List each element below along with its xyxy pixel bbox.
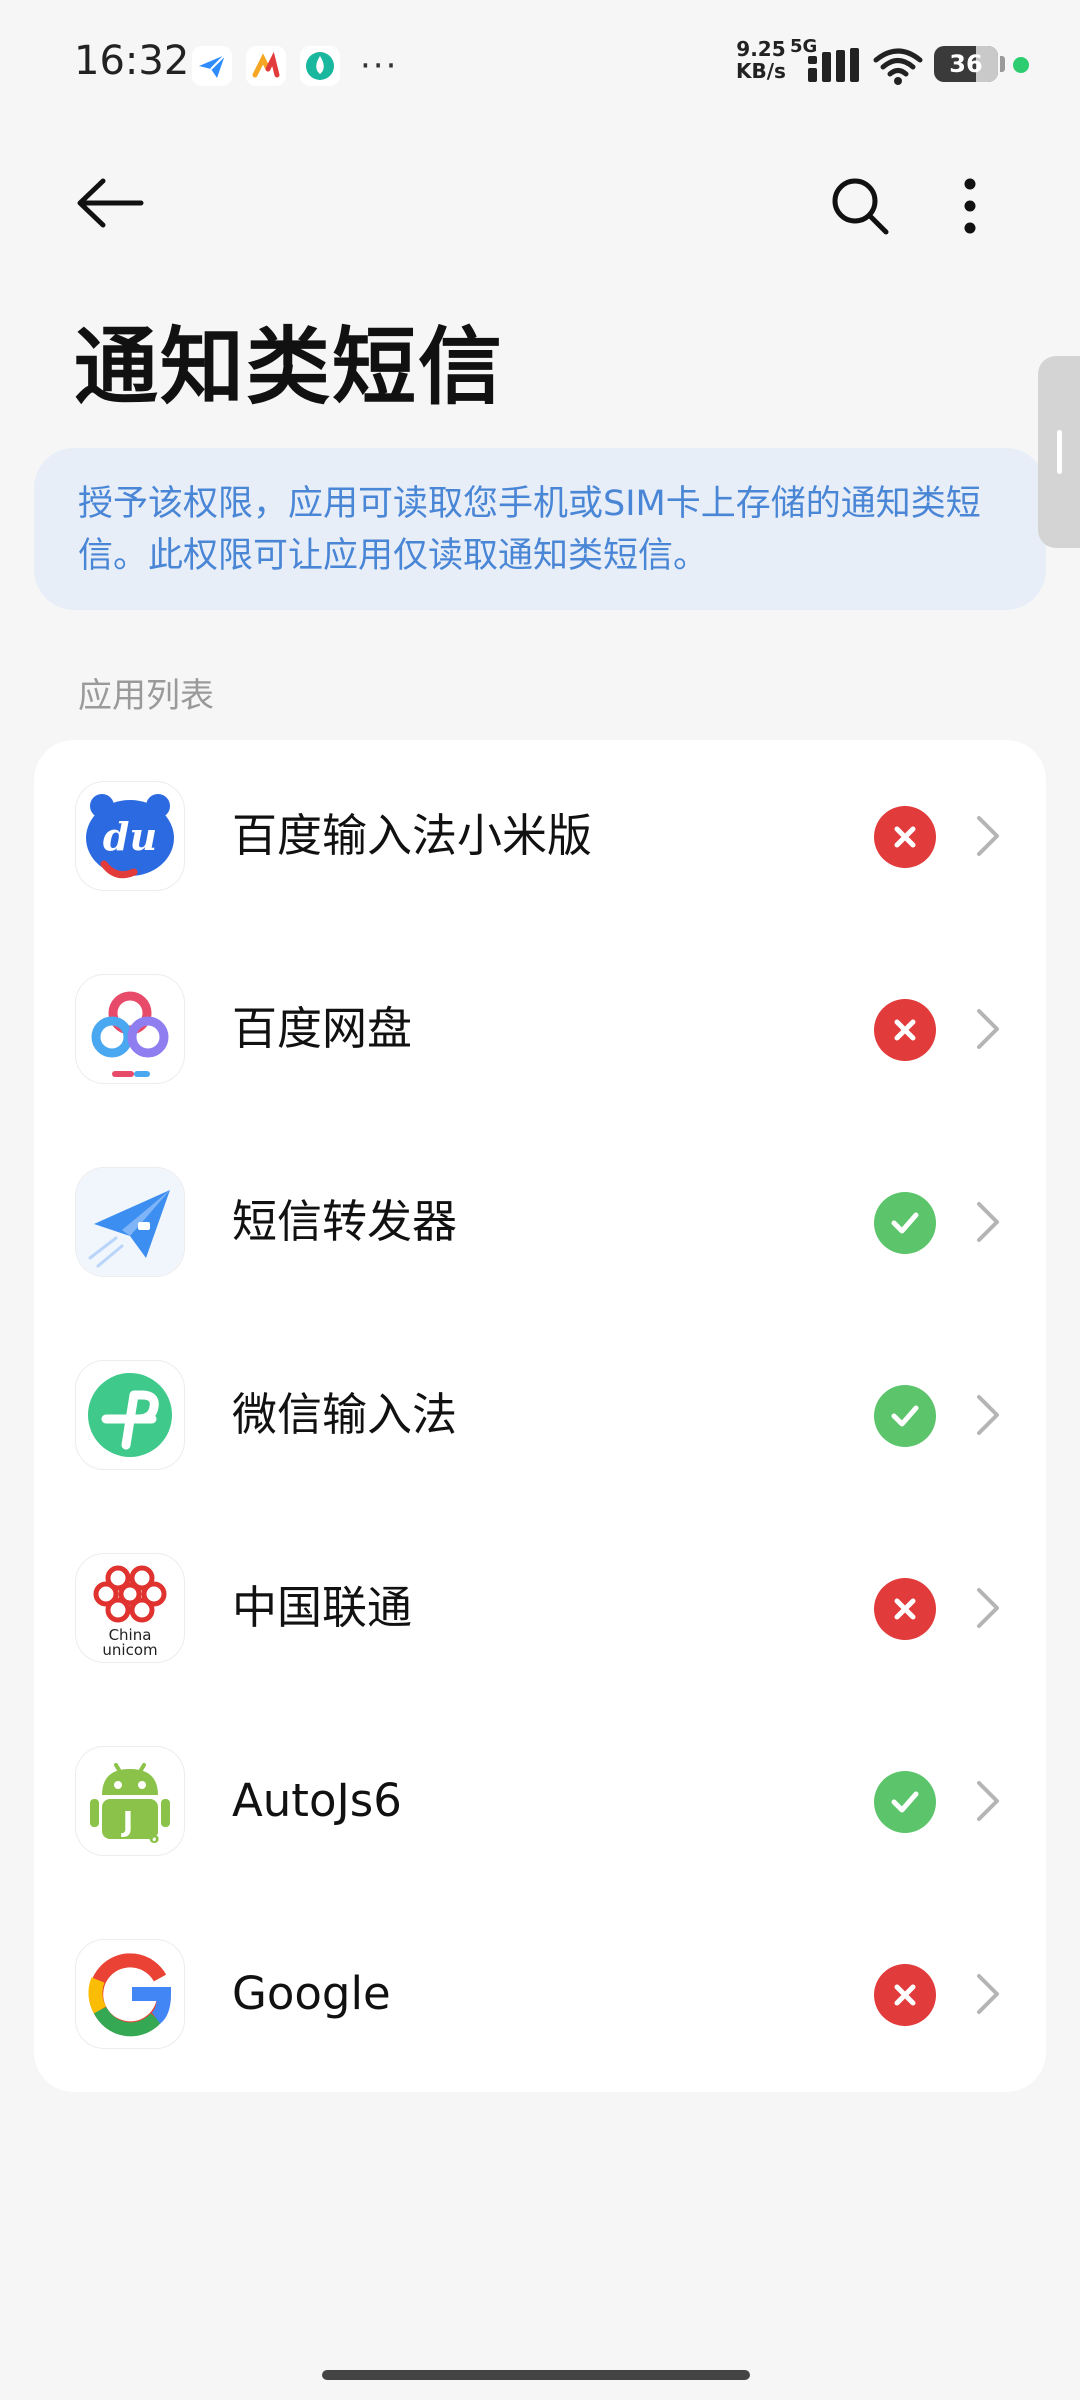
- battery-level: 36: [949, 50, 983, 78]
- chevron-right-icon: [977, 1009, 999, 1049]
- chevron-right-icon: [977, 1202, 999, 1242]
- app-name: Google: [232, 1967, 391, 2020]
- app-name: AutoJs6: [232, 1774, 402, 1827]
- chevron-right-icon: [977, 1588, 999, 1628]
- denied-icon: [874, 1964, 936, 2026]
- app-row-wechat-input[interactable]: 微信输入法: [34, 1319, 1046, 1511]
- app-row-sms-forwarder[interactable]: 短信转发器: [34, 1126, 1046, 1318]
- battery-tip: [1000, 56, 1005, 72]
- denied-icon: [874, 1578, 936, 1640]
- denied-icon: [874, 806, 936, 868]
- section-label: 应用列表: [78, 676, 214, 716]
- app-row-china-unicom[interactable]: China unicom 中国联通: [34, 1512, 1046, 1704]
- chevron-right-icon: [977, 1974, 999, 2014]
- colorful-app-icon: [246, 46, 286, 86]
- home-indicator[interactable]: [322, 2370, 750, 2380]
- unicom-text-line2: unicom: [102, 1641, 157, 1659]
- app-row-baidu-netdisk[interactable]: 百度网盘: [34, 933, 1046, 1125]
- notification-icons: ···: [192, 46, 398, 86]
- app-row-baidu-input[interactable]: du 百度输入法小米版: [34, 740, 1046, 932]
- back-button[interactable]: [70, 168, 150, 238]
- screen: 16:32 ··· 9.25 KB/s 5G 36 通知类短信 授予该权限，应用…: [0, 0, 1080, 2400]
- app-name: 微信输入法: [232, 1388, 458, 1441]
- paper-plane-icon: [192, 46, 232, 86]
- side-drawer-handle[interactable]: [1038, 356, 1080, 548]
- chevron-right-icon: [977, 816, 999, 856]
- app-name: 百度输入法小米版: [232, 809, 593, 862]
- green-drop-icon: [300, 46, 340, 86]
- autojs-letter: J: [121, 1805, 133, 1838]
- permission-info-box: 授予该权限，应用可读取您手机或SIM卡上存储的通知类短信。此权限可让应用仅读取通…: [34, 448, 1046, 610]
- google-icon: [76, 1940, 184, 2048]
- chevron-right-icon: [977, 1395, 999, 1435]
- app-name: 百度网盘: [232, 1002, 413, 1055]
- permission-info-text: 授予该权限，应用可读取您手机或SIM卡上存储的通知类短信。此权限可让应用仅读取通…: [78, 484, 981, 576]
- net-speed: 9.25 KB/s: [736, 38, 786, 82]
- more-options-button[interactable]: [932, 166, 1008, 246]
- autojs-number: 6: [148, 1828, 159, 1847]
- status-time: 16:32: [74, 38, 190, 84]
- side-drawer-grip: [1057, 430, 1062, 474]
- back-arrow-icon: [77, 178, 144, 228]
- wechat-input-icon: [76, 1361, 184, 1469]
- app-name: 短信转发器: [232, 1195, 458, 1248]
- autojs6-icon: J 6: [76, 1747, 184, 1855]
- allowed-icon: [874, 1192, 936, 1254]
- net-speed-unit: KB/s: [736, 59, 786, 83]
- search-button[interactable]: [820, 166, 900, 246]
- baidu-netdisk-icon: [76, 975, 184, 1083]
- wifi-icon: [873, 48, 923, 85]
- battery-icon: 36: [934, 46, 998, 82]
- allowed-icon: [874, 1385, 936, 1447]
- search-icon: [832, 178, 889, 235]
- allowed-icon: [874, 1771, 936, 1833]
- sms-forwarder-icon: [76, 1168, 184, 1276]
- privacy-indicator-dot: [1013, 57, 1029, 73]
- more-vertical-icon: [964, 178, 976, 234]
- china-unicom-icon: China unicom: [76, 1554, 184, 1662]
- page-title: 通知类短信: [74, 318, 505, 416]
- denied-icon: [874, 999, 936, 1061]
- more-notifications-icon: ···: [360, 46, 399, 86]
- app-row-autojs6[interactable]: J 6 AutoJs6: [34, 1705, 1046, 1897]
- signal-icon: [808, 48, 859, 82]
- app-row-google[interactable]: Google: [34, 1898, 1046, 2090]
- baidu-input-logo-text: du: [103, 814, 157, 859]
- chevron-right-icon: [977, 1781, 999, 1821]
- app-list: du 百度输入法小米版 百度网盘 短信转发器 微信输入法 China unico…: [34, 740, 1046, 2092]
- baidu-input-icon: du: [76, 782, 184, 890]
- app-name: 中国联通: [232, 1581, 413, 1634]
- net-speed-value: 9.25: [736, 37, 786, 61]
- status-bar: 16:32 ··· 9.25 KB/s 5G 36: [0, 0, 1080, 130]
